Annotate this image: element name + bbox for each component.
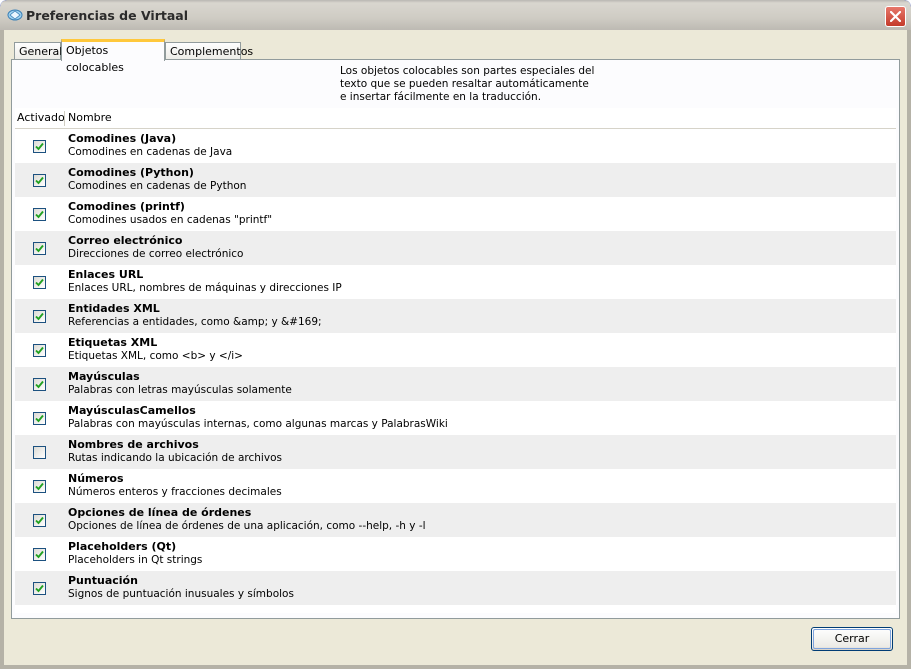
placeable-description: Direcciones de correo electrónico xyxy=(68,248,244,260)
checkmark-icon xyxy=(35,142,44,151)
list-item[interactable]: Placeholders (Qt) Placeholders in Qt stri… xyxy=(15,537,896,571)
placeable-description: Palabras con letras mayúsculas solamente xyxy=(68,384,292,396)
column-header-enabled[interactable]: Activado xyxy=(17,111,65,124)
checkmark-icon xyxy=(35,244,44,253)
close-icon xyxy=(890,11,901,22)
close-button-label: Cerrar xyxy=(834,632,870,645)
placeables-list[interactable]: Activado Nombre Comodines (Java) Comodine… xyxy=(15,108,896,613)
placeable-description: Enlaces URL, nombres de máquinas y direc… xyxy=(68,282,342,294)
checkmark-icon xyxy=(35,482,44,491)
checkmark-icon xyxy=(35,346,44,355)
checkmark-icon xyxy=(35,312,44,321)
list-item[interactable]: Etiquetas XML Etiquetas XML, como <b> y <… xyxy=(15,333,896,367)
column-divider[interactable] xyxy=(64,111,65,126)
tab-plugins[interactable]: Complementos xyxy=(165,42,253,60)
placeable-description: Comodines en cadenas de Python xyxy=(68,180,247,192)
preferences-window: Preferencias de Virtaal General Objetos … xyxy=(0,0,911,669)
placeable-description: Comodines usados en cadenas "printf" xyxy=(68,214,273,226)
tab-placeables[interactable]: Objetos colocables xyxy=(61,39,165,74)
checkmark-icon xyxy=(35,584,44,593)
enable-checkbox[interactable] xyxy=(33,582,46,595)
description-line: e insertar fácilmente en la traducción. xyxy=(340,91,542,103)
placeable-description: Comodines en cadenas de Java xyxy=(68,146,233,158)
list-item[interactable]: Comodines (Python) Comodines en cadenas d… xyxy=(15,163,896,197)
window-title: Preferencias de Virtaal xyxy=(26,8,188,23)
enable-checkbox[interactable] xyxy=(33,378,46,391)
tab-general[interactable]: General xyxy=(14,42,62,60)
description-line: Los objetos colocables son partes especi… xyxy=(340,65,595,77)
list-item[interactable]: Comodines (printf) Comodines usados en ca… xyxy=(15,197,896,231)
enable-checkbox[interactable] xyxy=(33,514,46,527)
placeable-description: Rutas indicando la ubicación de archivos xyxy=(68,452,282,464)
placeable-description: Palabras con mayúsculas internas, como a… xyxy=(68,418,448,430)
enable-checkbox[interactable] xyxy=(33,242,46,255)
list-item[interactable]: Puntuación Signos de puntuación inusuales… xyxy=(15,571,896,605)
placeable-name: Entidades XML xyxy=(68,302,160,315)
placeable-description: Placeholders in Qt strings xyxy=(68,554,203,566)
checkmark-icon xyxy=(35,176,44,185)
enable-checkbox[interactable] xyxy=(33,412,46,425)
list-item[interactable]: Comodines (Java) Comodines en cadenas de … xyxy=(15,129,896,163)
placeable-description: Opciones de línea de órdenes de una apli… xyxy=(68,520,426,532)
enable-checkbox[interactable] xyxy=(33,208,46,221)
list-item[interactable]: Opciones de línea de órdenes Opciones de … xyxy=(15,503,896,537)
enable-checkbox[interactable] xyxy=(33,446,46,459)
list-rows: Comodines (Java) Comodines en cadenas de … xyxy=(15,129,896,605)
list-item[interactable]: Enlaces URL Enlaces URL, nombres de máqui… xyxy=(15,265,896,299)
placeable-name: MayúsculasCamellos xyxy=(68,404,196,417)
enable-checkbox[interactable] xyxy=(33,276,46,289)
list-item[interactable]: MayúsculasCamellos Palabras con mayúscula… xyxy=(15,401,896,435)
placeable-description: Números enteros y fracciones decimales xyxy=(68,486,282,498)
checkmark-icon xyxy=(35,414,44,423)
placeable-name: Etiquetas XML xyxy=(68,336,158,349)
list-item[interactable]: Correo electrónico Direcciones de correo … xyxy=(15,231,896,265)
list-item[interactable]: Entidades XML Referencias a entidades, co… xyxy=(15,299,896,333)
placeables-description: Los objetos colocables son partes especi… xyxy=(340,65,640,104)
placeable-name: Puntuación xyxy=(68,574,138,587)
enable-checkbox[interactable] xyxy=(33,548,46,561)
list-item[interactable]: Mayúsculas Palabras con letras mayúsculas… xyxy=(15,367,896,401)
placeable-name: Nombres de archivos xyxy=(68,438,199,451)
virtaal-icon xyxy=(7,8,23,22)
checkmark-icon xyxy=(35,380,44,389)
placeable-name: Comodines (Python) xyxy=(68,166,194,179)
placeable-name: Comodines (printf) xyxy=(68,200,185,213)
checkmark-icon xyxy=(35,516,44,525)
list-header: Activado Nombre xyxy=(15,108,896,129)
placeable-name: Placeholders (Qt) xyxy=(68,540,177,553)
checkmark-icon xyxy=(35,278,44,287)
close-button[interactable]: Cerrar xyxy=(811,627,893,651)
checkmark-icon xyxy=(35,550,44,559)
description-line: texto que se pueden resaltar automáticam… xyxy=(340,78,589,90)
placeable-description: Referencias a entidades, como &amp; y &#… xyxy=(68,316,322,328)
checkmark-icon xyxy=(35,210,44,219)
column-header-name[interactable]: Nombre xyxy=(68,111,112,124)
title-bar[interactable]: Preferencias de Virtaal xyxy=(0,0,911,30)
placeable-name: Enlaces URL xyxy=(68,268,144,281)
placeable-name: Opciones de línea de órdenes xyxy=(68,506,252,519)
placeable-name: Correo electrónico xyxy=(68,234,183,247)
enable-checkbox[interactable] xyxy=(33,174,46,187)
placeable-name: Mayúsculas xyxy=(68,370,140,383)
list-item[interactable]: Nombres de archivos Rutas indicando la ub… xyxy=(15,435,896,469)
tab-panel-placeables: Los objetos colocables son partes especi… xyxy=(11,59,900,619)
enable-checkbox[interactable] xyxy=(33,310,46,323)
enable-checkbox[interactable] xyxy=(33,480,46,493)
dialog-body: General Objetos colocables Complementos … xyxy=(4,30,907,665)
window-frame-bottom xyxy=(0,665,911,669)
window-frame-right xyxy=(907,30,911,669)
placeable-description: Etiquetas XML, como <b> y </i> xyxy=(68,350,243,362)
enable-checkbox[interactable] xyxy=(33,140,46,153)
list-item[interactable]: Números Números enteros y fracciones deci… xyxy=(15,469,896,503)
placeable-description: Signos de puntuación inusuales y símbolo… xyxy=(68,588,294,600)
placeable-name: Comodines (Java) xyxy=(68,132,177,145)
placeable-name: Números xyxy=(68,472,124,485)
close-window-button[interactable] xyxy=(885,6,906,27)
enable-checkbox[interactable] xyxy=(33,344,46,357)
